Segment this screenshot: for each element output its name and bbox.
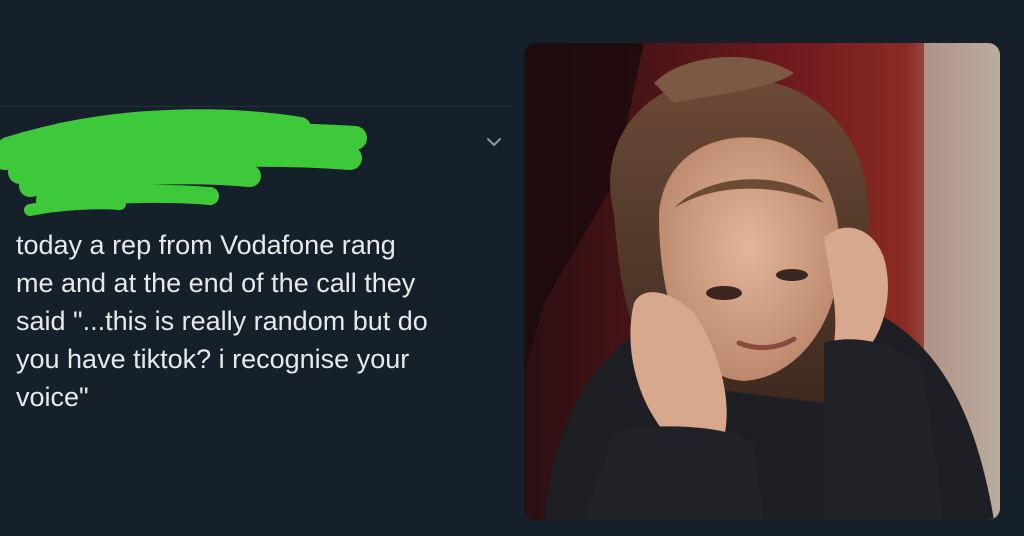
tweet-text: today a rep from Vodafone rang me and at… <box>16 230 428 412</box>
redaction-scribble <box>0 109 367 216</box>
chevron-down-icon[interactable] <box>484 132 504 152</box>
tweet-photo[interactable] <box>524 43 1000 520</box>
tweet: today a rep from Vodafone rang me and at… <box>0 0 515 536</box>
